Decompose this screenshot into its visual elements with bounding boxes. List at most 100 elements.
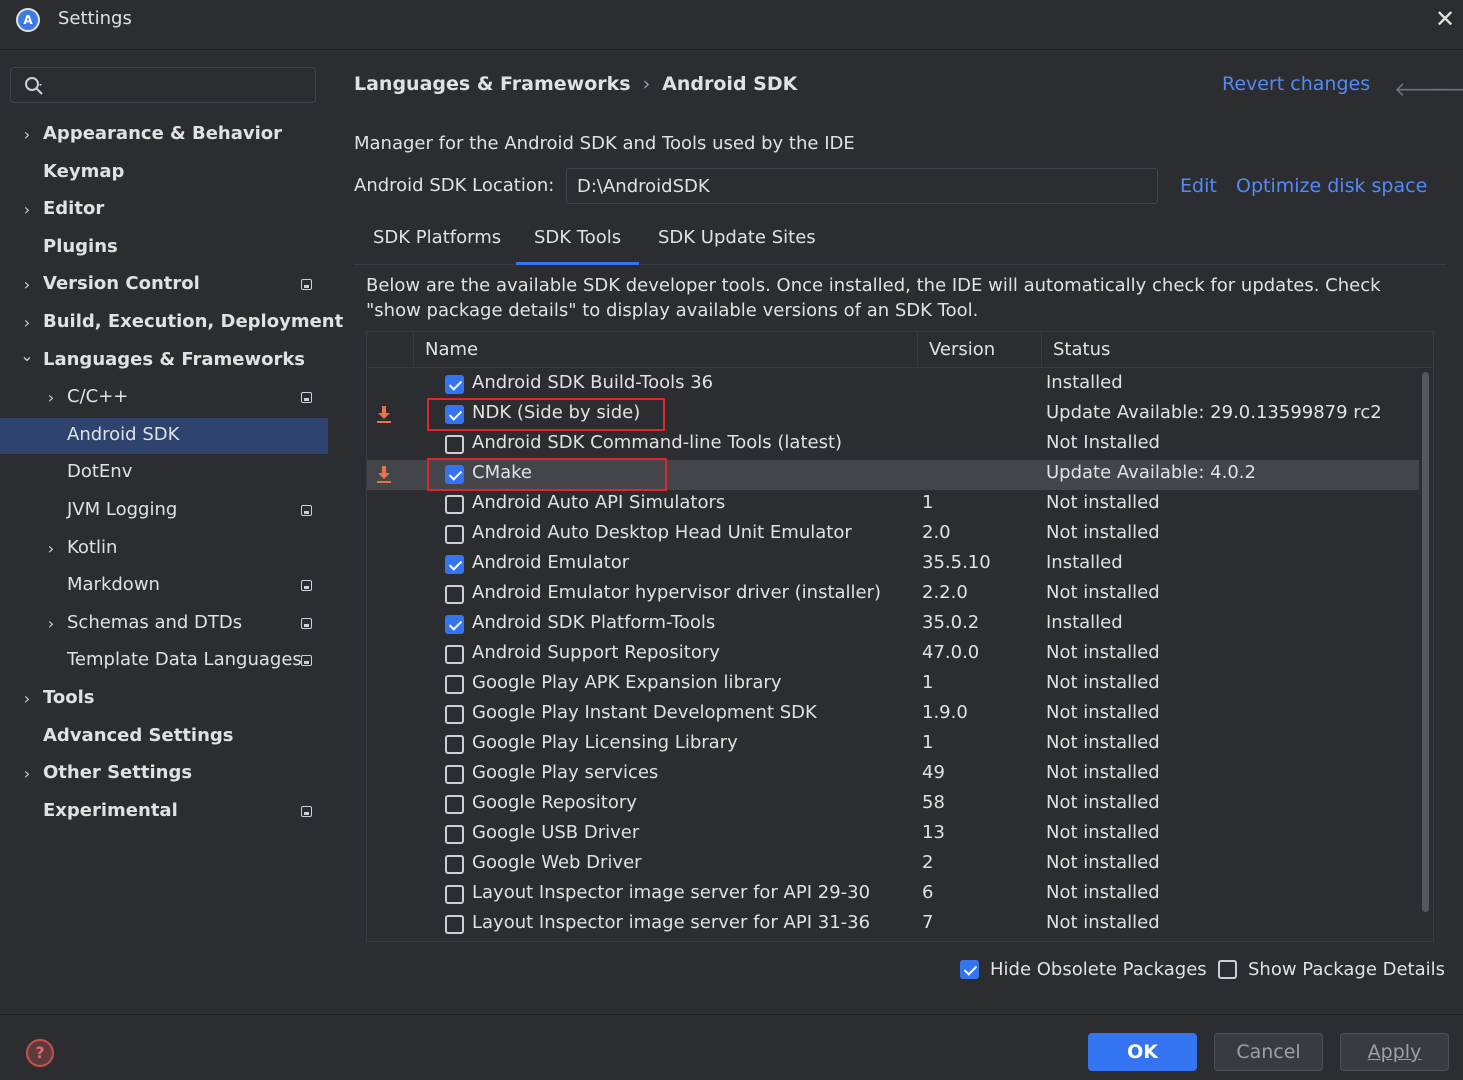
chevron-down-icon[interactable]: ⌄ [20,348,34,364]
chevron-right-icon[interactable]: › [44,390,58,406]
chevron-right-icon[interactable]: › [20,766,34,782]
sidebar-item[interactable]: › Editor [0,192,328,228]
sidebar-item[interactable]: › Build, Execution, Deployment [0,305,343,341]
table-scrollbar[interactable] [1420,370,1433,941]
table-row[interactable]: Layout Inspector image server for API 29… [367,880,1419,910]
row-name: NDK (Side by side) [472,402,641,423]
chevron-right-icon[interactable]: › [44,541,58,557]
hide-obsolete-checkbox[interactable] [960,959,979,979]
show-package-details-checkbox[interactable] [1218,959,1237,979]
forward-arrow-icon[interactable]: 🡒 [1430,77,1463,101]
sidebar-item[interactable]: Plugins [0,230,328,266]
row-checkbox[interactable] [445,675,464,694]
row-checkbox[interactable] [445,645,464,664]
scrollbar-thumb[interactable] [1422,372,1429,912]
sidebar-item[interactable]: Advanced Settings [0,719,328,755]
title-bar: A Settings ✕ [0,0,1463,50]
row-status: Not installed [1046,702,1160,723]
row-checkbox[interactable] [445,525,464,544]
row-checkbox[interactable] [445,735,464,754]
row-checkbox[interactable] [445,615,464,634]
chevron-right-icon[interactable]: › [20,277,34,293]
table-row[interactable]: Google Play Licensing Library 1 Not instal… [367,730,1419,760]
table-row[interactable]: NDK (Side by side) Update Available: 29.0… [367,398,1419,431]
apply-button[interactable]: Apply [1340,1033,1449,1071]
row-checkbox[interactable] [445,465,464,484]
sidebar-item[interactable]: › Other Settings [0,756,328,792]
table-row[interactable]: CMake Update Available: 4.0.2 [367,458,1419,491]
chevron-right-icon[interactable]: › [20,127,34,143]
table-row[interactable]: Android SDK Build-Tools 36 Installed [367,370,1419,400]
sidebar-item[interactable]: Template Data Languages [0,643,328,679]
table-row[interactable]: Android Auto API Simulators 1 Not installe… [367,490,1419,520]
column-header-version[interactable]: Version [917,332,1041,368]
table-row[interactable]: Google Repository 58 Not installed [367,790,1419,820]
row-checkbox[interactable] [445,435,464,454]
help-icon[interactable]: ? [26,1039,54,1067]
row-version: 7 [922,912,934,933]
sidebar-item-label: Appearance & Behavior [43,123,283,144]
table-row[interactable]: Google Web Driver 2 Not installed [367,850,1419,880]
table-row[interactable]: Layout Inspector image server for API 31… [367,910,1419,940]
table-row[interactable]: Google USB Driver 13 Not installed [367,820,1419,850]
chevron-right-icon[interactable]: › [44,616,58,632]
row-checkbox[interactable] [445,855,464,874]
row-checkbox[interactable] [445,585,464,604]
revert-changes-link[interactable]: Revert changes [1222,73,1370,95]
row-checkbox[interactable] [445,795,464,814]
sidebar-item[interactable]: Android SDK [0,418,328,454]
sidebar-item[interactable]: › Version Control [0,267,328,303]
settings-search-box[interactable] [10,67,316,103]
sidebar-item[interactable]: JVM Logging [0,493,328,529]
ok-button[interactable]: OK [1088,1033,1197,1071]
row-checkbox[interactable] [445,705,464,724]
row-checkbox[interactable] [445,495,464,514]
sidebar-item[interactable]: › Tools [0,681,328,717]
table-row[interactable]: Google Play services 49 Not installed [367,760,1419,790]
tab-sdk-update-sites[interactable]: SDK Update Sites [658,227,816,265]
table-row[interactable]: Android Auto Desktop Head Unit Emulator 2… [367,520,1419,550]
table-row[interactable]: Android Support Repository 47.0.0 Not inst… [367,640,1419,670]
sidebar-item[interactable]: Experimental [0,794,328,830]
sidebar-item[interactable]: DotEnv [0,455,328,491]
sidebar-item[interactable]: Keymap [0,155,328,191]
sidebar-item[interactable]: › Appearance & Behavior [0,117,328,153]
table-row[interactable]: Google Play APK Expansion library 1 Not in… [367,670,1419,700]
breadcrumb-parent[interactable]: Languages & Frameworks [354,73,631,95]
edit-link[interactable]: Edit [1180,175,1217,197]
table-row[interactable]: Android SDK Platform-Tools 35.0.2 Installe… [367,610,1419,640]
tab-sdk-platforms[interactable]: SDK Platforms [373,227,501,265]
settings-search-input[interactable] [55,72,305,98]
sidebar-item[interactable]: › C/C++ [0,380,328,416]
close-button[interactable]: ✕ [1432,4,1458,34]
row-status: Installed [1046,612,1123,633]
optimize-disk-space-link[interactable]: Optimize disk space [1236,175,1427,197]
sdk-location-field[interactable] [566,168,1158,204]
table-row[interactable]: Android Emulator 35.5.10 Installed [367,550,1419,580]
row-checkbox[interactable] [445,555,464,574]
show-package-details-option[interactable]: Show Package Details [1218,956,1445,982]
chevron-right-icon[interactable]: › [20,202,34,218]
row-checkbox[interactable] [445,885,464,904]
table-row[interactable]: Android SDK Command-line Tools (latest) N… [367,430,1419,460]
cancel-button[interactable]: Cancel [1214,1033,1323,1071]
row-checkbox[interactable] [445,915,464,934]
row-checkbox[interactable] [445,375,464,394]
column-header-name[interactable]: Name [413,332,917,368]
chevron-right-icon[interactable]: › [20,691,34,707]
row-status: Not installed [1046,792,1160,813]
sidebar-item[interactable]: Markdown [0,568,328,604]
row-checkbox[interactable] [445,765,464,784]
sidebar-item[interactable]: › Schemas and DTDs [0,606,328,642]
table-row[interactable]: Android Emulator hypervisor driver (inst… [367,580,1419,610]
table-row[interactable]: Google Play Instant Development SDK 1.9.0… [367,700,1419,730]
hide-obsolete-packages-option[interactable]: Hide Obsolete Packages [960,956,1207,982]
sidebar-item[interactable]: › Kotlin [0,531,328,567]
column-header-status[interactable]: Status [1041,332,1433,368]
row-checkbox[interactable] [445,825,464,844]
row-checkbox[interactable] [445,405,464,424]
chevron-right-icon[interactable]: › [20,315,34,331]
sidebar-item[interactable]: ⌄ Languages & Frameworks [0,343,328,379]
row-version: 35.0.2 [922,612,980,633]
tab-sdk-tools[interactable]: SDK Tools [516,227,640,265]
